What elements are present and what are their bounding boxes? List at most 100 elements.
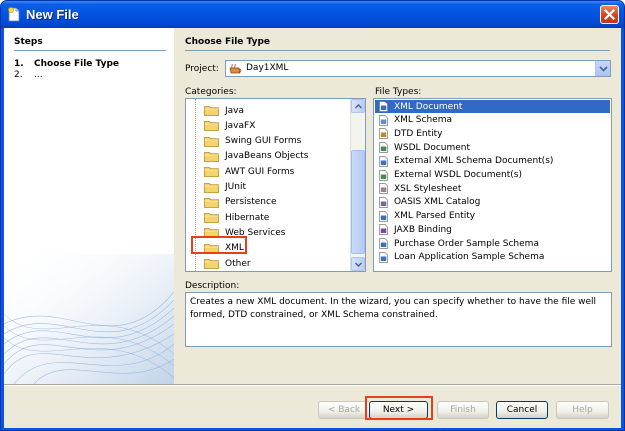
file-type-item[interactable]: WSDL Document (375, 141, 610, 154)
cancel-button[interactable]: Cancel (496, 401, 548, 419)
category-label: Persistence (225, 197, 277, 208)
file-type-item[interactable]: XML Parsed Entity (375, 210, 610, 223)
file-type-label: XML Document (394, 101, 463, 112)
project-value: Day1XML (246, 63, 289, 73)
file-type-item[interactable]: External WSDL Document(s) (375, 169, 610, 182)
file-type-label: XML Schema (394, 115, 452, 126)
file-type-label: External WSDL Document(s) (394, 170, 522, 180)
file-type-item[interactable]: JAXB Binding (375, 223, 610, 236)
category-label: AWT GUI Forms (225, 166, 295, 177)
chevron-down-icon (354, 262, 362, 267)
chevron-down-icon (598, 65, 608, 72)
scroll-up-button[interactable] (351, 99, 365, 113)
category-item[interactable]: Java (204, 103, 244, 118)
project-combo[interactable]: Day1XML (225, 60, 611, 77)
file-type-item[interactable]: XSL Stylesheet (375, 182, 610, 195)
steps-pane: Steps 1. Choose File Type 2.... (4, 28, 174, 384)
close-button[interactable] (600, 5, 619, 24)
file-type-item[interactable]: Purchase Order Sample Schema (375, 237, 610, 250)
category-label: Swing GUI Forms (225, 136, 302, 147)
file-type-icon (379, 224, 388, 236)
file-type-label: XSL Stylesheet (394, 183, 462, 194)
window-title: New File (26, 7, 79, 22)
file-type-item[interactable]: External XML Schema Document(s) (375, 155, 610, 168)
back-button[interactable]: < Back (318, 401, 370, 419)
description-label: Description: (185, 281, 240, 291)
file-type-icon (379, 101, 388, 112)
file-type-icon (379, 155, 388, 167)
button-bar-separator (4, 384, 621, 386)
category-label: JavaBeans Objects (225, 151, 309, 162)
category-item[interactable]: JUnit (204, 180, 246, 195)
folder-icon (204, 182, 219, 193)
category-label: Other (225, 258, 251, 269)
file-type-item[interactable]: OASIS XML Catalog (375, 196, 610, 209)
file-type-label: Loan Application Sample Schema (394, 252, 545, 263)
xml-category-highlight (191, 236, 247, 254)
category-item[interactable]: JavaFX (204, 118, 255, 133)
categories-scrollbar[interactable] (350, 99, 365, 271)
category-item[interactable]: Persistence (204, 195, 276, 210)
file-types-label: File Types: (375, 87, 422, 97)
file-type-label: DTD Entity (394, 128, 443, 139)
folder-icon (204, 106, 219, 116)
folder-icon (204, 259, 219, 269)
new-file-icon (8, 7, 20, 22)
title-bar[interactable]: New File (1, 1, 624, 28)
file-type-icon (379, 169, 388, 181)
file-types-list[interactable]: XML Document XML Schema DTD Entity WSDL Doc… (373, 98, 612, 272)
file-type-icon (379, 114, 388, 126)
file-type-label: XML Parsed Entity (394, 211, 476, 222)
new-file-dialog: New File Steps 1. Choose File Type 2.... (0, 0, 625, 431)
file-type-icon (379, 210, 388, 222)
category-item[interactable]: JavaBeans Objects (204, 149, 309, 164)
folder-icon (204, 136, 219, 147)
file-type-icon (379, 183, 388, 195)
category-item[interactable]: AWT GUI Forms (204, 164, 294, 179)
category-label: JUnit (225, 182, 246, 192)
step-2: 2.... (14, 70, 43, 80)
category-label: Hibernate (225, 212, 270, 223)
file-type-label: JAXB Binding (394, 224, 452, 235)
file-type-item[interactable]: XML Schema (375, 114, 610, 127)
category-item[interactable]: Other (204, 256, 251, 271)
scroll-down-button[interactable] (351, 257, 365, 271)
folder-icon (204, 197, 219, 208)
step-2-number: 2. (14, 70, 23, 80)
file-type-icon (379, 142, 388, 153)
file-type-label: Purchase Order Sample Schema (394, 238, 539, 249)
categories-label: Categories: (185, 87, 237, 97)
file-type-label: OASIS XML Catalog (394, 197, 481, 208)
main-pane: Choose File Type Project: Day1XML Catego… (174, 28, 621, 384)
file-type-icon (379, 128, 388, 140)
file-type-item[interactable]: Loan Application Sample Schema (375, 251, 610, 264)
chevron-up-icon (354, 103, 362, 108)
scroll-thumb[interactable] (351, 150, 365, 254)
file-type-label: WSDL Document (394, 142, 471, 153)
step-1-number: 1. (14, 59, 24, 69)
combo-dropdown-button[interactable] (595, 61, 610, 76)
help-button[interactable]: Help (556, 401, 609, 419)
step-1-label: Choose File Type (34, 59, 120, 69)
category-item[interactable]: Hibernate (204, 210, 269, 225)
file-type-icon (379, 238, 388, 249)
step-1: 1. Choose File Type (14, 59, 119, 69)
folder-icon (204, 151, 219, 162)
project-icon (229, 63, 242, 74)
page-title: Choose File Type (185, 37, 271, 47)
dialog-client-area: Steps 1. Choose File Type 2.... Choose F… (4, 28, 621, 428)
file-type-item[interactable]: DTD Entity (375, 127, 610, 140)
step-2-label: ... (34, 70, 43, 80)
finish-button[interactable]: Finish (437, 401, 489, 419)
file-type-label: External XML Schema Document(s) (394, 156, 554, 167)
description-text: Creates a new XML document. In the wizar… (185, 292, 612, 347)
close-icon (604, 9, 615, 20)
next-button-highlight (365, 396, 433, 420)
folder-icon (204, 213, 219, 223)
file-type-icon (379, 251, 388, 263)
folder-icon (204, 167, 219, 178)
category-label: Java (225, 105, 245, 116)
file-type-item[interactable]: XML Document (375, 100, 610, 113)
category-item[interactable]: Swing GUI Forms (204, 134, 301, 149)
steps-divider (14, 50, 166, 51)
